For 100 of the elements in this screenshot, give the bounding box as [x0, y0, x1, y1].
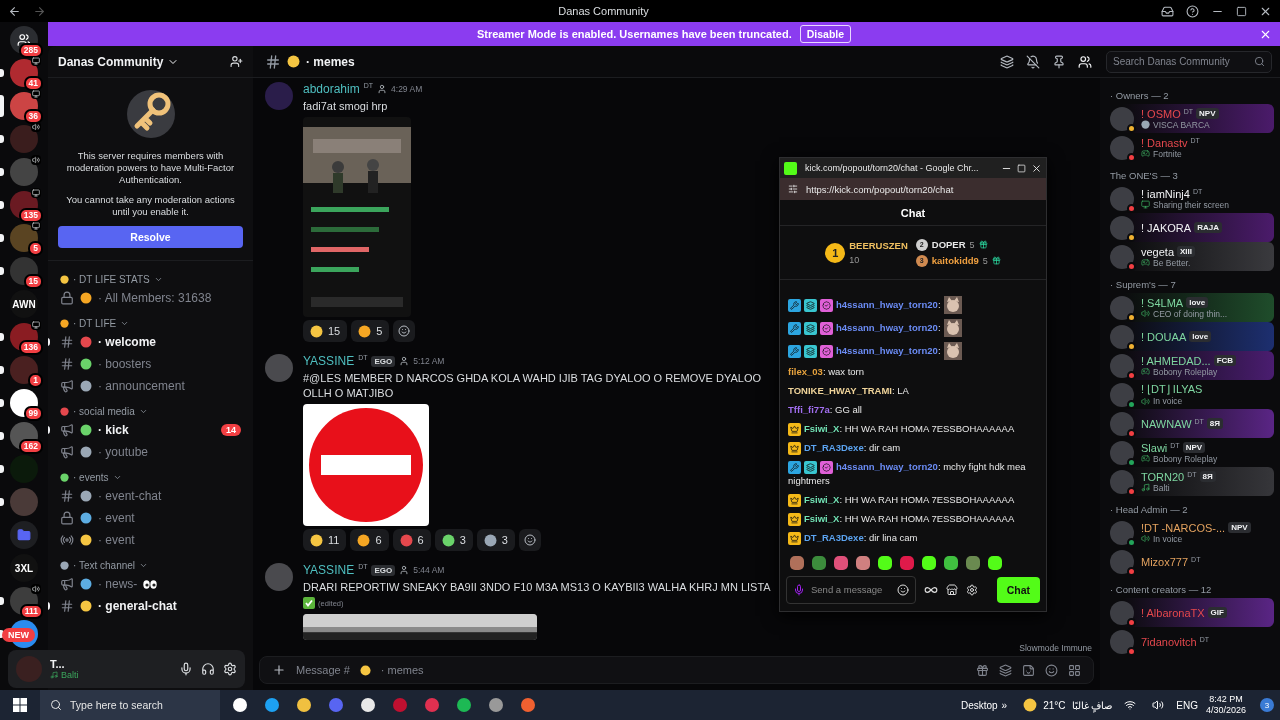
add-reaction-button[interactable]	[518, 529, 541, 551]
category-name[interactable]: · events	[73, 472, 109, 483]
message-field[interactable]: Message # · memes	[259, 656, 1094, 684]
chat-button[interactable]: Chat	[996, 577, 1040, 603]
back-arrow-icon[interactable]	[8, 4, 21, 18]
channel-item[interactable]: · announcement	[56, 375, 245, 397]
network-icon[interactable]	[1124, 699, 1137, 711]
settings-icon[interactable]	[223, 662, 237, 676]
emoji-icon	[60, 407, 69, 416]
headphones-icon[interactable]	[201, 662, 215, 676]
role-badge: love	[1189, 331, 1212, 342]
emote-icon[interactable]	[920, 554, 938, 572]
folder-icon[interactable]	[10, 521, 38, 549]
reaction-button[interactable]: 5	[351, 320, 390, 342]
leaderboard-name: DOPER	[931, 239, 966, 250]
inbox-icon[interactable]	[1161, 4, 1174, 18]
apps-icon[interactable]	[999, 663, 1012, 677]
smiley-icon[interactable]	[897, 584, 909, 596]
chevron-label[interactable]: »	[1001, 699, 1008, 711]
language-label[interactable]: ENG	[1176, 699, 1198, 711]
channel-item[interactable]: · event-chat	[56, 485, 245, 507]
channel-item[interactable]: · boosters	[56, 353, 245, 375]
channel-item[interactable]: · youtube	[56, 441, 245, 463]
store-icon[interactable]	[946, 584, 958, 596]
search-field[interactable]: Search Danas Community	[1106, 50, 1272, 73]
reaction-button[interactable]: 6	[350, 529, 389, 551]
author-name[interactable]: abdorahim	[303, 82, 360, 96]
emoji-icon	[357, 533, 371, 547]
channel-item[interactable]: · All Members: 31638	[56, 287, 245, 309]
volume-icon[interactable]	[1152, 699, 1165, 711]
maximize-icon[interactable]	[1236, 5, 1247, 17]
threads-icon[interactable]	[1000, 54, 1014, 69]
group-title: · Suprem's — 7	[1109, 278, 1177, 292]
role-badge: RAJA	[1194, 222, 1222, 233]
member-activity: Bobony Roleplay	[1153, 366, 1218, 377]
member-item[interactable]: ! ⌊DT⌋ ILYAS In voice	[1106, 380, 1274, 409]
channel-item[interactable]: · general-chat	[56, 595, 245, 617]
mfa-notice-text: You cannot take any moderation actions until you enable it.	[65, 194, 236, 218]
message-field[interactable]: Send a message	[786, 576, 916, 604]
server-name[interactable]: Danas Community	[58, 54, 180, 69]
channel-item[interactable]: · kick 14	[56, 419, 245, 441]
chat-message: filex_03: wax torn	[788, 365, 866, 379]
members-icon[interactable]	[1078, 54, 1092, 69]
grid-icon[interactable]	[1068, 663, 1081, 677]
notification-count[interactable]: 3	[1260, 698, 1274, 712]
settings-icon[interactable]	[966, 584, 978, 596]
window-title: Danas Community	[558, 5, 649, 17]
reaction-button[interactable]: 11	[303, 529, 347, 551]
microphone-icon[interactable]	[179, 662, 193, 676]
site-settings-icon[interactable]	[788, 184, 798, 194]
reaction-button[interactable]: 3	[434, 529, 473, 551]
category-name[interactable]: · social media	[73, 406, 135, 417]
app-icon[interactable]	[296, 697, 312, 713]
emoji-icon	[80, 292, 92, 304]
gift-icon[interactable]	[976, 663, 989, 677]
sticker-icon[interactable]	[1022, 663, 1035, 677]
server-icon[interactable]	[10, 257, 38, 285]
server-icon[interactable]	[10, 389, 38, 417]
server-icon[interactable]: AWN	[10, 290, 38, 318]
forward-arrow-icon[interactable]	[33, 4, 46, 18]
invite-icon[interactable]	[230, 55, 243, 68]
emoji-icon	[359, 664, 371, 676]
mute-icon[interactable]	[1026, 54, 1040, 69]
help-icon[interactable]	[1186, 4, 1199, 18]
emoji-picker-icon[interactable]	[1045, 663, 1058, 677]
taskbar-search-field[interactable]: Type here to search	[40, 690, 220, 720]
emote-icon[interactable]	[986, 554, 1004, 572]
app-icon[interactable]	[456, 697, 472, 713]
channel-item[interactable]: · welcome	[56, 331, 245, 353]
resolve-button[interactable]: Resolve	[58, 226, 243, 248]
channel-item[interactable]: · news-	[56, 573, 245, 595]
close-icon[interactable]	[1031, 162, 1042, 174]
member-item[interactable]: !DT -NARCOS-... NPV In voice	[1106, 518, 1274, 547]
plus-icon[interactable]	[272, 663, 286, 677]
emote-icon[interactable]	[942, 554, 960, 572]
app-icon[interactable]	[232, 697, 248, 713]
emote-icon[interactable]	[854, 554, 872, 572]
reaction-button[interactable]: 15	[303, 320, 348, 342]
add-reaction-button[interactable]	[393, 320, 416, 342]
category-name[interactable]: · DT LIFE STATS	[73, 274, 150, 285]
emote-icon[interactable]	[876, 554, 894, 572]
reaction-button[interactable]: 6	[392, 529, 431, 551]
app-icon[interactable]	[360, 697, 376, 713]
channel-item[interactable]: · event	[56, 529, 245, 551]
reaction-button[interactable]: 3	[476, 529, 515, 551]
member-activity: Sharing their screen	[1153, 199, 1230, 210]
server-icon[interactable]: 3XL	[10, 554, 38, 582]
user-name: T...	[50, 658, 66, 670]
desktop-label[interactable]: Desktop	[960, 699, 998, 711]
verified-badge-icon	[820, 344, 833, 358]
author-name[interactable]: YASSINE	[303, 354, 355, 368]
channel-item[interactable]: · event	[56, 507, 245, 529]
disable-button[interactable]: Disable	[799, 25, 852, 43]
category-name[interactable]: · DT LIFE	[73, 318, 117, 329]
category-name[interactable]: · Text channel	[73, 560, 136, 571]
member-name: ! Danastv	[1141, 136, 1188, 149]
author-name[interactable]: YASSINE	[303, 563, 355, 577]
member-name: NAWNAW	[1141, 417, 1192, 430]
pin-icon[interactable]	[1052, 54, 1066, 69]
server-icon[interactable]	[10, 356, 38, 384]
